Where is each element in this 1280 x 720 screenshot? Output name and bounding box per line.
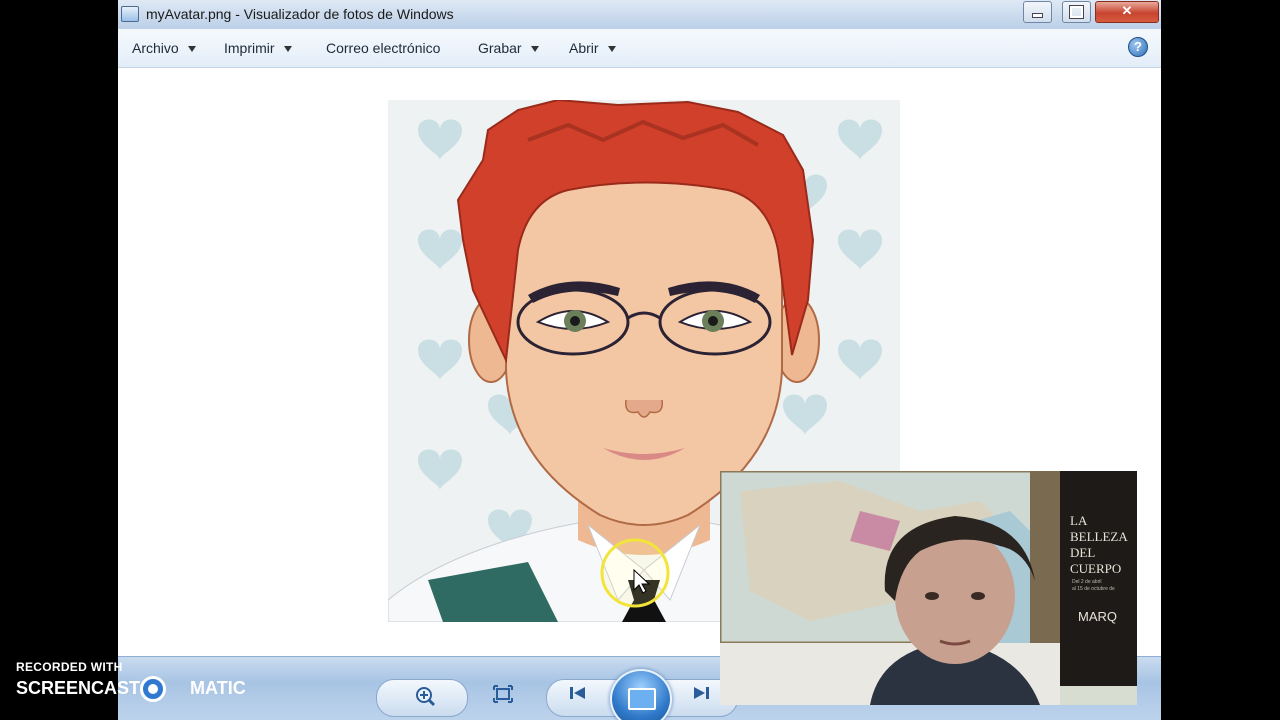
poster-brand: MARQ xyxy=(1078,609,1117,624)
maximize-icon xyxy=(1069,5,1084,19)
dropdown-arrow-icon xyxy=(187,46,196,53)
next-icon xyxy=(694,687,709,699)
webcam-overlay: LA BELLEZA DEL CUERPO Del 2 de abril al … xyxy=(720,471,1137,705)
menu-grabar-label: Grabar xyxy=(478,40,522,56)
minimize-icon xyxy=(1032,13,1043,18)
menu-correo-label: Correo electrónico xyxy=(326,40,441,56)
close-icon: ✕ xyxy=(1121,3,1133,18)
zoom-button[interactable] xyxy=(412,685,442,709)
menu-archivo-label: Archivo xyxy=(132,40,179,56)
poster-small-1: Del 2 de abril xyxy=(1072,579,1101,585)
poster-line-3: DEL xyxy=(1070,545,1095,560)
slideshow-button[interactable] xyxy=(610,669,672,720)
maximize-button[interactable] xyxy=(1062,1,1091,23)
menu-grabar[interactable]: Grabar xyxy=(478,40,539,56)
magnifier-plus-icon xyxy=(416,687,436,707)
window-title: myAvatar.png - Visualizador de fotos de … xyxy=(146,6,454,22)
screencast-watermark: RECORDED WITH SCREENCAST MATIC xyxy=(16,660,246,702)
cursor-highlight xyxy=(600,538,670,608)
title-bar: myAvatar.png - Visualizador de fotos de … xyxy=(118,0,1161,29)
photo-viewer-app-icon[interactable] xyxy=(121,6,139,22)
slideshow-icon xyxy=(628,688,656,710)
menu-archivo[interactable]: Archivo xyxy=(132,40,196,56)
next-button[interactable] xyxy=(686,685,716,709)
menu-abrir-label: Abrir xyxy=(569,40,599,56)
menu-correo-electronico[interactable]: Correo electrónico xyxy=(326,40,440,56)
screencast-logo-icon xyxy=(140,676,166,702)
watermark-brand-left: SCREENCAST xyxy=(16,678,141,698)
menu-imprimir[interactable]: Imprimir xyxy=(224,40,292,56)
minimize-button[interactable] xyxy=(1023,1,1052,23)
help-icon[interactable]: ? xyxy=(1128,37,1148,57)
dropdown-arrow-icon xyxy=(283,46,292,53)
previous-icon xyxy=(570,687,585,699)
fit-window-button[interactable] xyxy=(488,685,518,709)
poster-small-2: al 15 de octubre de xyxy=(1072,586,1115,592)
watermark-line-1: RECORDED WITH xyxy=(16,660,123,674)
menu-bar: Archivo Imprimir Correo electrónico Grab… xyxy=(118,29,1161,68)
previous-button[interactable] xyxy=(563,685,593,709)
menu-imprimir-label: Imprimir xyxy=(224,40,275,56)
fit-window-icon xyxy=(493,685,513,703)
menu-abrir[interactable]: Abrir xyxy=(569,40,616,56)
poster-line-2: BELLEZA xyxy=(1070,529,1128,544)
dropdown-arrow-icon xyxy=(530,46,539,53)
poster-line-4: CUERPO xyxy=(1070,561,1121,576)
watermark-brand-right: MATIC xyxy=(190,678,246,698)
close-button[interactable]: ✕ xyxy=(1095,1,1159,23)
webcam-feed: LA BELLEZA DEL CUERPO Del 2 de abril al … xyxy=(720,471,1137,705)
poster-line-1: LA xyxy=(1070,513,1088,528)
dropdown-arrow-icon xyxy=(607,46,616,53)
watermark-line-2: SCREENCAST MATIC xyxy=(16,678,246,699)
